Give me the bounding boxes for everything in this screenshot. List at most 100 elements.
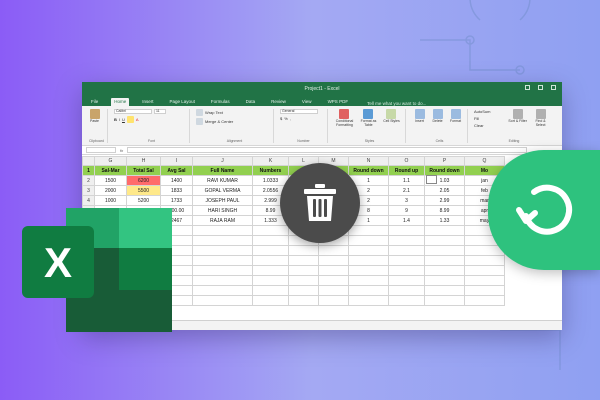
bold-icon[interactable]: B [114, 117, 117, 122]
table-cell[interactable]: Round down [348, 165, 389, 176]
tab-wps-pdf[interactable]: WPS PDF [325, 98, 352, 106]
table-cell[interactable] [424, 265, 465, 276]
insert-cells-icon[interactable] [414, 109, 425, 119]
format-as-table-button[interactable]: Format as Table [358, 119, 379, 127]
tab-file[interactable]: File [88, 98, 101, 106]
table-cell[interactable] [318, 285, 349, 296]
table-cell[interactable] [464, 275, 505, 286]
selected-cell[interactable] [426, 175, 437, 184]
table-cell[interactable] [192, 225, 253, 236]
table-cell[interactable]: 3 [388, 195, 425, 206]
column-header[interactable] [82, 156, 95, 166]
paste-button[interactable]: Paste [86, 119, 103, 123]
table-cell[interactable] [348, 235, 389, 246]
cell-styles-button[interactable]: Cell Styles [382, 119, 401, 123]
format-cells-button[interactable]: Format [448, 119, 463, 123]
table-cell[interactable] [424, 255, 465, 266]
table-cell[interactable]: HARI SINGH [192, 205, 253, 216]
table-cell[interactable] [192, 235, 253, 246]
table-cell[interactable] [318, 295, 349, 306]
font-name-select[interactable]: Calibri [114, 109, 152, 114]
table-cell[interactable] [252, 255, 289, 266]
table-cell[interactable] [318, 265, 349, 276]
table-cell[interactable] [318, 275, 349, 286]
table-cell[interactable] [288, 285, 319, 296]
table-cell[interactable] [388, 235, 425, 246]
column-header[interactable]: P [424, 156, 465, 166]
delete-button[interactable] [280, 163, 360, 243]
table-cell[interactable] [388, 225, 425, 236]
table-cell[interactable] [318, 245, 349, 256]
clear-button[interactable]: Clear [474, 123, 484, 128]
align-center-icon[interactable] [196, 118, 203, 125]
table-cell[interactable]: 1.33 [424, 215, 465, 226]
table-cell[interactable] [464, 285, 505, 296]
table-cell[interactable]: Round up [388, 165, 425, 176]
find-select-icon[interactable] [535, 109, 546, 119]
column-header[interactable]: G [94, 156, 127, 166]
table-cell[interactable] [288, 255, 319, 266]
wrap-text-button[interactable]: Wrap Text [205, 110, 223, 115]
tab-insert[interactable]: Insert [139, 98, 156, 106]
conditional-formatting-button[interactable]: Conditional Formatting [334, 119, 355, 127]
table-cell[interactable]: 5500 [126, 185, 161, 196]
paste-icon[interactable] [89, 109, 100, 119]
tab-data[interactable]: Data [243, 98, 259, 106]
table-cell[interactable]: 1500 [94, 175, 127, 186]
font-color-icon[interactable]: A [136, 117, 139, 122]
table-cell[interactable]: JOSEPH PAUL [192, 195, 253, 206]
column-header[interactable]: K [252, 156, 289, 166]
table-cell[interactable]: 1833 [160, 185, 193, 196]
table-cell[interactable] [288, 265, 319, 276]
table-cell[interactable]: GOPAL VERMA [192, 185, 253, 196]
table-cell[interactable] [424, 235, 465, 246]
table-cell[interactable] [388, 275, 425, 286]
table-cell[interactable] [192, 265, 253, 276]
table-cell[interactable] [192, 255, 253, 266]
table-cell[interactable]: 2.1 [388, 185, 425, 196]
table-cell[interactable] [348, 255, 389, 266]
percent-icon[interactable]: % [284, 116, 288, 121]
table-cell[interactable] [388, 295, 425, 306]
tab-page-layout[interactable]: Page Layout [167, 98, 198, 106]
number-format-select[interactable]: General [280, 109, 318, 114]
delete-cells-icon[interactable] [432, 109, 443, 119]
table-cell[interactable]: 2.99 [424, 195, 465, 206]
comma-icon[interactable]: , [290, 116, 291, 121]
maximize-icon[interactable] [538, 85, 543, 90]
table-cell[interactable] [252, 225, 289, 236]
sort-filter-icon[interactable] [512, 109, 523, 119]
font-size-select[interactable]: 11 [154, 109, 166, 114]
table-cell[interactable] [288, 295, 319, 306]
table-cell[interactable]: Avg Sal [160, 165, 193, 176]
table-cell[interactable] [424, 225, 465, 236]
table-cell[interactable] [288, 245, 319, 256]
table-cell[interactable]: Numbers [252, 165, 289, 176]
table-cell[interactable]: Round down [424, 165, 465, 176]
table-cell[interactable]: 1.1 [388, 175, 425, 186]
sort-filter-button[interactable]: Sort & Filter [508, 119, 527, 123]
table-cell[interactable] [192, 245, 253, 256]
table-cell[interactable]: 2000 [94, 185, 127, 196]
insert-cells-button[interactable]: Insert [412, 119, 427, 123]
underline-icon[interactable]: U [122, 117, 125, 122]
conditional-formatting-icon[interactable] [339, 109, 350, 119]
column-header[interactable]: I [160, 156, 193, 166]
column-header[interactable]: H [126, 156, 161, 166]
tab-view[interactable]: View [299, 98, 315, 106]
format-cells-icon[interactable] [450, 109, 461, 119]
row-number[interactable]: 2 [82, 175, 95, 186]
table-cell[interactable] [464, 295, 505, 306]
table-cell[interactable] [424, 295, 465, 306]
table-cell[interactable] [388, 255, 425, 266]
table-cell[interactable] [252, 235, 289, 246]
table-cell[interactable] [388, 245, 425, 256]
table-cell[interactable]: 2.05 [424, 185, 465, 196]
table-cell[interactable] [424, 245, 465, 256]
table-cell[interactable] [348, 285, 389, 296]
table-cell[interactable] [252, 295, 289, 306]
row-number[interactable]: 1 [82, 165, 95, 176]
table-cell[interactable] [348, 295, 389, 306]
table-cell[interactable]: 6200 [126, 175, 161, 186]
currency-icon[interactable]: $ [280, 116, 282, 121]
